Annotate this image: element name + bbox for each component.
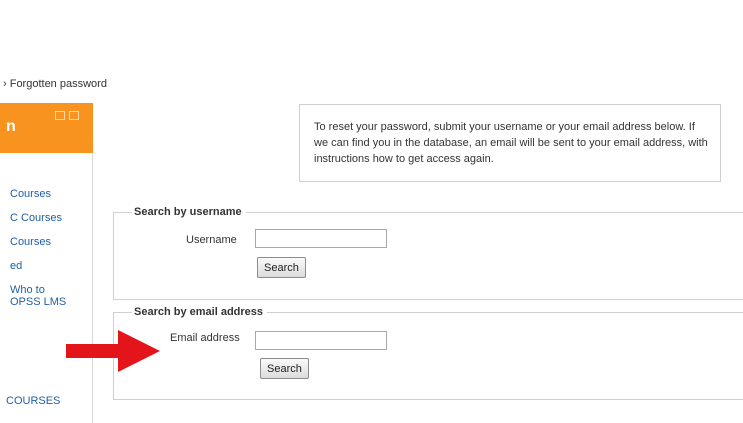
block-hide-icon[interactable] — [69, 111, 79, 120]
sidebar-link[interactable]: Courses — [10, 188, 66, 200]
username-label: Username — [186, 234, 237, 246]
block-move-icon[interactable] — [55, 111, 65, 120]
sidebar-link[interactable]: Who to — [10, 284, 66, 296]
sidebar-link[interactable]: ed — [10, 260, 66, 272]
search-by-email-group: Search by email address Email address Se… — [113, 306, 743, 400]
sidebar-link[interactable]: OPSS LMS — [10, 296, 66, 308]
sidebar-block-title: n — [6, 118, 16, 135]
email-search-button[interactable]: Search — [260, 358, 309, 379]
username-input[interactable] — [255, 229, 387, 248]
sidebar-link[interactable]: C Courses — [10, 212, 66, 224]
reset-instructions: To reset your password, submit your user… — [299, 104, 721, 182]
breadcrumb: › Forgotten password — [3, 78, 107, 90]
email-label: Email address — [170, 332, 240, 344]
block-control-icons[interactable] — [55, 111, 79, 120]
search-by-username-group: Search by username Username Search — [113, 206, 743, 300]
search-by-email-legend: Search by email address — [132, 306, 268, 318]
sidebar-courses-link[interactable]: COURSES — [6, 395, 60, 407]
sidebar-block-header: n — [0, 103, 93, 153]
email-input[interactable] — [255, 331, 387, 350]
sidebar-link[interactable]: Courses — [10, 236, 66, 248]
red-arrow-icon — [66, 330, 160, 372]
sidebar-divider — [92, 153, 93, 423]
search-by-username-legend: Search by username — [132, 206, 246, 218]
username-search-button[interactable]: Search — [257, 257, 306, 278]
sidebar-links: Courses C Courses Courses ed Who to OPSS… — [10, 188, 66, 320]
top-strip — [0, 0, 743, 18]
